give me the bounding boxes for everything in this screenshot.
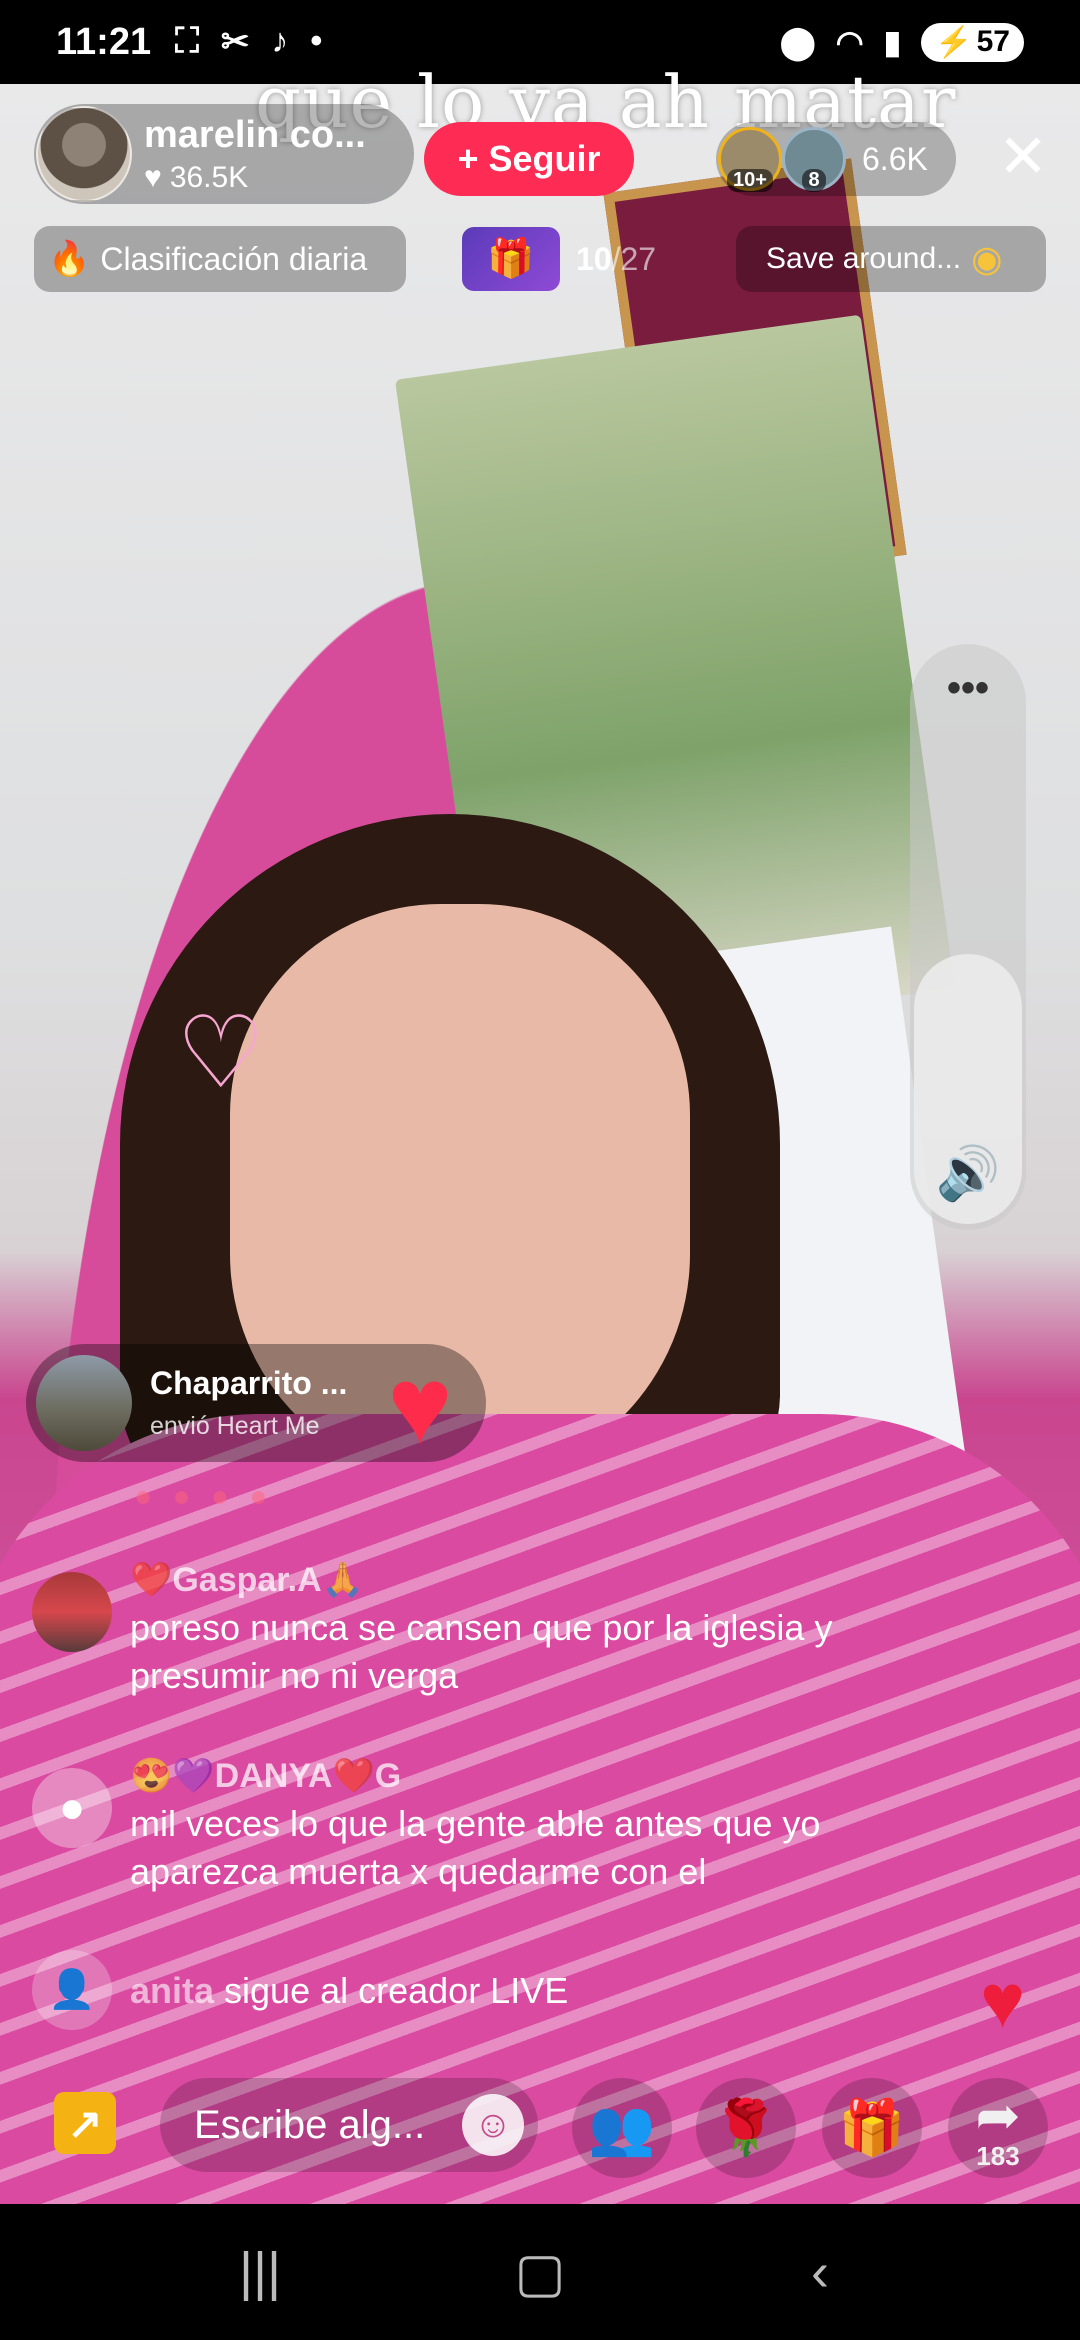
chat-comment[interactable]: ● 😍💜DANYA❤️G mil veces lo que la gente a… <box>32 1756 932 1896</box>
comment-placeholder: Escribe alg... <box>194 2102 426 2147</box>
back-icon[interactable]: ‹ <box>760 2241 880 2303</box>
gift-sent-text: envió Heart Me <box>150 1412 320 1440</box>
system-navigation-bar: ||| ▢ ‹ <box>0 2204 1080 2340</box>
comment-text: mil veces lo que la gente able antes que… <box>130 1803 821 1892</box>
like-heart-icon[interactable]: ♥ <box>980 1962 1025 2042</box>
commenter-avatar[interactable] <box>32 1572 112 1652</box>
sound-icon[interactable]: 🔊 <box>914 1143 1022 1204</box>
close-icon[interactable]: ✕ <box>990 122 1056 192</box>
default-user-icon: ● <box>58 1783 86 1832</box>
gift-notification-text: Chaparrito ... envió Heart Me <box>150 1365 347 1441</box>
viewers-pill[interactable]: 10+ 8 6.6K <box>716 122 956 196</box>
promote-icon[interactable]: ↗ <box>54 2092 116 2154</box>
emoji-icon[interactable]: ☺ <box>462 2094 524 2156</box>
daily-ranking-label: Clasificación diaria <box>100 240 368 277</box>
bottom-action-bar: ↗ Escribe alg... ☺ 👥 🌹 🎁 ➦ 183 <box>0 2070 1080 2202</box>
coins-icon: ◉ <box>971 238 1003 279</box>
heart-me-gift-icon: ♥ <box>387 1344 453 1467</box>
signal-icon: ▮ <box>883 24 902 60</box>
status-right-icons: ⬤ ◠ ▮ ⚡ 57 <box>779 22 1024 62</box>
commenter-avatar[interactable]: ● <box>32 1768 112 1848</box>
host-likes-count: 36.5K <box>169 160 249 194</box>
missed-call-icon: ✂ <box>220 23 250 61</box>
heart-hairclip-icon: ♡ <box>176 997 266 1109</box>
flame-icon: 🔥 <box>48 240 91 278</box>
battery-indicator: ⚡ 57 <box>921 22 1024 62</box>
viewer-badge: 8 <box>802 169 826 192</box>
follower-name[interactable]: anita <box>130 1970 214 2011</box>
home-icon[interactable]: ▢ <box>480 2241 600 2304</box>
battery-icon: ⚡ <box>935 25 973 59</box>
faded-comment-remnant: ● ● ● ● <box>134 1480 274 1513</box>
volume-slider-knob[interactable]: 🔊 <box>914 954 1022 1224</box>
comment-text: poreso nunca se cansen que por la iglesi… <box>130 1607 833 1696</box>
user-follow-icon: 👤 <box>32 1950 112 2030</box>
commenter-name[interactable]: 😍💜DANYA❤️G <box>130 1756 932 1796</box>
gift-goal-progress: 10/27 <box>576 240 657 277</box>
save-around-banner[interactable]: Save around... ◉ <box>736 226 1046 292</box>
top-viewer-avatar[interactable]: 10+ <box>718 127 782 192</box>
host-likes: ♥ 36.5K <box>144 161 366 195</box>
more-options-icon[interactable]: ••• <box>910 666 1026 711</box>
screen-record-icon: ⛶ <box>175 22 199 60</box>
top-viewer-avatar[interactable]: 8 <box>782 127 846 192</box>
share-count: 183 <box>976 2141 1020 2171</box>
daily-ranking[interactable]: 🔥 Clasificación diaria <box>34 226 406 292</box>
status-time: 11:21 <box>56 20 152 63</box>
follow-event-text: sigue al creador LIVE <box>214 1970 569 2011</box>
location-icon: ⬤ <box>779 24 816 60</box>
share-button[interactable]: ➦ 183 <box>948 2078 1048 2178</box>
save-around-label: Save around... <box>766 242 962 275</box>
chat-comment[interactable]: ❤️Gaspar.A🙏 poreso nunca se cansen que p… <box>32 1560 932 1700</box>
gift-box-icon: 🎁 <box>462 227 560 291</box>
heart-icon: ♥ <box>144 160 162 194</box>
battery-level: 57 <box>976 25 1010 58</box>
follow-event: 👤 anita sigue al creador LIVE <box>32 1950 932 2030</box>
commenter-name[interactable]: ❤️Gaspar.A🙏 <box>130 1560 932 1600</box>
recent-apps-icon[interactable]: ||| <box>200 2241 320 2303</box>
status-left-icons: ⛶ ✂ ♪ • <box>175 22 322 62</box>
gift-icon[interactable]: 🎁 <box>822 2078 922 2178</box>
host-avatar[interactable] <box>36 106 132 202</box>
viewer-count: 6.6K <box>862 140 928 177</box>
tiktok-icon: ♪ <box>271 22 289 60</box>
guests-icon[interactable]: 👥 <box>572 2078 672 2178</box>
dot-icon: • <box>310 22 323 60</box>
gifter-avatar[interactable] <box>36 1355 132 1451</box>
share-icon: ➦ <box>975 2086 1021 2146</box>
host-name: marelin co... <box>144 113 366 156</box>
viewer-badge: 10+ <box>727 169 773 192</box>
wifi-icon: ◠ <box>835 24 864 60</box>
host-profile[interactable]: marelin co... ♥ 36.5K <box>34 104 414 204</box>
host-info: marelin co... ♥ 36.5K <box>144 114 366 195</box>
rose-gift-icon[interactable]: 🌹 <box>696 2078 796 2178</box>
comment-input[interactable]: Escribe alg... ☺ <box>160 2078 538 2172</box>
gifter-name: Chaparrito ... <box>150 1365 348 1401</box>
follow-button[interactable]: + Seguir <box>424 122 634 196</box>
side-volume-panel[interactable]: ••• 🔊 <box>910 644 1026 1230</box>
gift-goal[interactable]: 🎁 10/27 <box>462 226 722 292</box>
